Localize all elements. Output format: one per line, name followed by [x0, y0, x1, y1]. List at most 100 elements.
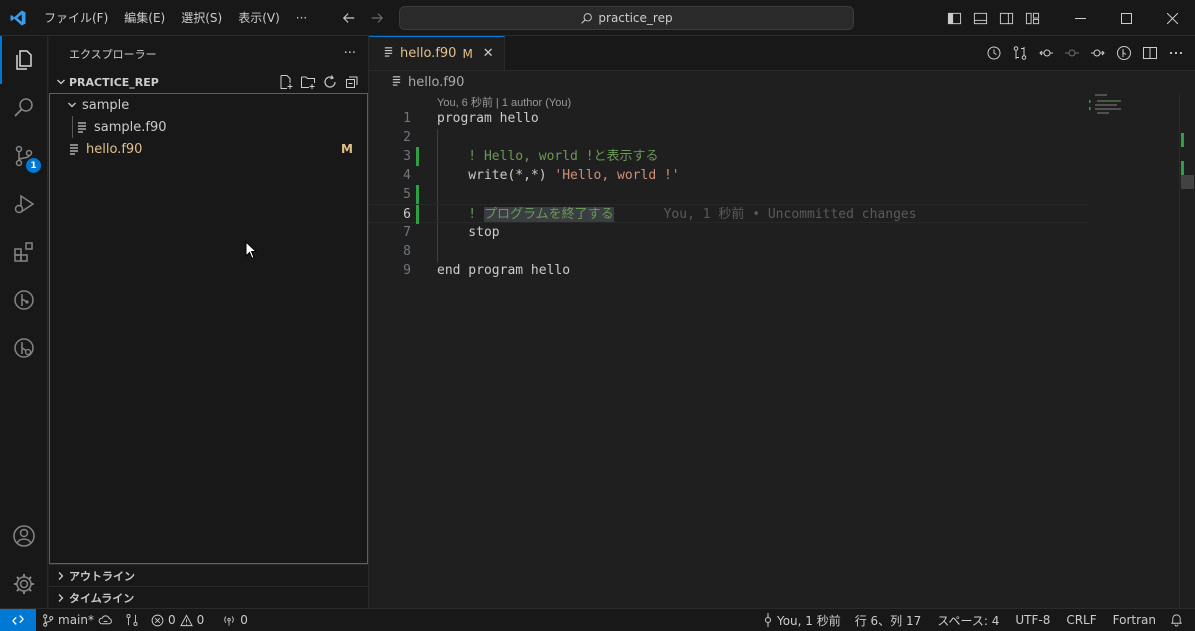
- explorer-icon[interactable]: [0, 36, 48, 84]
- tree-item-label: hello.f90: [86, 141, 143, 157]
- search-view-icon[interactable]: [0, 84, 48, 132]
- gitlens-inspect-icon[interactable]: [1113, 42, 1135, 64]
- title-bar: ファイル(F) 編集(E) 選択(S) 表示(V) ··· practice_r…: [0, 0, 1195, 36]
- file-history-icon[interactable]: [983, 42, 1005, 64]
- editor-scrollbar[interactable]: [1179, 93, 1194, 608]
- timeline-title: タイムライン: [69, 591, 135, 605]
- refresh-icon[interactable]: [322, 74, 338, 90]
- previous-change-icon[interactable]: [1035, 42, 1057, 64]
- new-folder-icon[interactable]: [300, 74, 316, 90]
- indentation-status[interactable]: スペース: 4: [929, 609, 1007, 631]
- notifications-bell-icon[interactable]: [1164, 609, 1195, 631]
- ports-indicator[interactable]: 0: [216, 609, 254, 631]
- outline-section-header[interactable]: アウトライン: [49, 564, 368, 586]
- tree-folder-sample[interactable]: sample: [50, 94, 367, 116]
- navigation-arrows: [340, 0, 386, 36]
- commit-icon[interactable]: [1061, 42, 1083, 64]
- cursor-position[interactable]: 行 6、列 17: [847, 609, 930, 631]
- code-line-3: 3 ! Hello, world !と表示する: [369, 147, 1089, 166]
- blame-status[interactable]: You, 1 秒前: [757, 609, 847, 631]
- sync-cloud-icon: [98, 615, 112, 625]
- chevron-right-icon: [53, 571, 69, 581]
- file-tree: sample sample.f90 hello.f90 M: [49, 93, 368, 564]
- language-mode[interactable]: Fortran: [1105, 609, 1164, 631]
- file-lines-icon: [383, 46, 394, 61]
- title-bar-right: [941, 0, 1195, 36]
- line-code: write(*,*) 'Hello, world !': [437, 168, 680, 183]
- error-count: 0: [167, 613, 176, 627]
- tab-hello-f90[interactable]: hello.f90 M ✕: [369, 36, 505, 70]
- line-number: 8: [403, 244, 411, 259]
- next-change-icon[interactable]: [1087, 42, 1109, 64]
- toggle-secondary-sidebar-icon[interactable]: [993, 0, 1019, 36]
- vscode-logo-icon: [0, 0, 36, 36]
- ports-count: 0: [240, 613, 248, 627]
- line-code: ! プログラムを終了する You, 1 秒前 • Uncommitted chan…: [437, 207, 917, 222]
- customize-layout-icon[interactable]: [1019, 0, 1045, 36]
- minimize-icon[interactable]: [1057, 0, 1103, 36]
- git-graph-status[interactable]: [119, 609, 145, 631]
- extensions-icon[interactable]: [0, 228, 48, 276]
- explorer-header: エクスプローラー ···: [49, 36, 368, 71]
- back-arrow-icon[interactable]: [340, 9, 358, 27]
- gitlens-icon[interactable]: [0, 324, 48, 372]
- explorer-title: エクスプローラー: [69, 47, 157, 61]
- line-code: program hello: [437, 111, 539, 126]
- menu-file[interactable]: ファイル(F): [36, 0, 116, 36]
- menu-edit[interactable]: 編集(E): [116, 0, 173, 36]
- inline-blame: You, 1 秒前 • Uncommitted changes: [663, 207, 917, 222]
- close-window-icon[interactable]: [1149, 0, 1195, 36]
- code-line-6: 6 ! プログラムを終了する You, 1 秒前 • Uncommitted ch…: [369, 204, 1087, 224]
- code-line-4: 4 write(*,*) 'Hello, world !': [369, 166, 1089, 185]
- menu-more-button[interactable]: ···: [288, 0, 315, 36]
- code-editor[interactable]: You, 6 秒前 | 1 author (You) 1 program hel…: [369, 93, 1195, 608]
- toggle-primary-sidebar-icon[interactable]: [941, 0, 967, 36]
- menu-view[interactable]: 表示(V): [230, 0, 288, 36]
- source-control-icon[interactable]: 1: [0, 132, 48, 180]
- gitlens-codelens[interactable]: You, 6 秒前 | 1 author (You): [437, 94, 571, 110]
- workspace-section-header[interactable]: PRACTICE_REP: [49, 71, 368, 93]
- branch-indicator[interactable]: main*: [36, 609, 119, 631]
- git-graph-icon[interactable]: [0, 276, 48, 324]
- chevron-down-icon: [64, 100, 80, 110]
- code-line-8: 8: [369, 242, 1089, 261]
- line-number: 7: [403, 225, 411, 240]
- explorer-sidebar: エクスプローラー ··· PRACTICE_REP sample sample.…: [49, 36, 369, 608]
- breadcrumb-file[interactable]: hello.f90: [408, 75, 464, 90]
- warning-icon: [179, 613, 193, 626]
- chevron-right-icon: [53, 593, 69, 603]
- remote-indicator-icon[interactable]: [0, 608, 36, 631]
- toggle-panel-icon[interactable]: [967, 0, 993, 36]
- more-actions-icon[interactable]: [1165, 42, 1187, 64]
- scm-badge: 1: [26, 158, 41, 173]
- maximize-icon[interactable]: [1103, 0, 1149, 36]
- split-editor-icon[interactable]: [1139, 42, 1161, 64]
- command-center-search[interactable]: practice_rep: [399, 6, 854, 30]
- explorer-more-button[interactable]: ···: [344, 46, 356, 61]
- forward-arrow-icon[interactable]: [368, 9, 386, 27]
- compare-changes-icon[interactable]: [1009, 42, 1031, 64]
- tree-file-sample-f90[interactable]: sample.f90: [50, 116, 367, 138]
- accounts-icon[interactable]: [0, 512, 48, 560]
- run-debug-icon[interactable]: [0, 180, 48, 228]
- line-number: 4: [403, 168, 411, 183]
- new-file-icon[interactable]: [278, 74, 294, 90]
- settings-gear-icon[interactable]: [0, 560, 48, 608]
- line-number: 6: [403, 207, 411, 222]
- collapse-all-icon[interactable]: [344, 74, 360, 90]
- added-line-marker: [416, 205, 419, 224]
- encoding-status[interactable]: UTF-8: [1007, 609, 1058, 631]
- close-tab-icon[interactable]: ✕: [483, 46, 494, 61]
- eol-status[interactable]: CRLF: [1058, 609, 1104, 631]
- code-line-7: 7 stop: [369, 223, 1089, 242]
- tree-file-hello-f90[interactable]: hello.f90 M: [50, 138, 367, 160]
- minimap[interactable]: [1087, 93, 1147, 133]
- breadcrumb[interactable]: hello.f90: [369, 71, 1195, 93]
- menu-selection[interactable]: 選択(S): [173, 0, 230, 36]
- timeline-section-header[interactable]: タイムライン: [49, 586, 368, 608]
- problems-indicator[interactable]: 0 0: [145, 609, 210, 631]
- tree-item-label: sample: [82, 97, 130, 113]
- activity-bar: 1: [0, 36, 48, 608]
- git-compare-icon: [126, 614, 138, 626]
- tab-label: hello.f90: [400, 46, 457, 61]
